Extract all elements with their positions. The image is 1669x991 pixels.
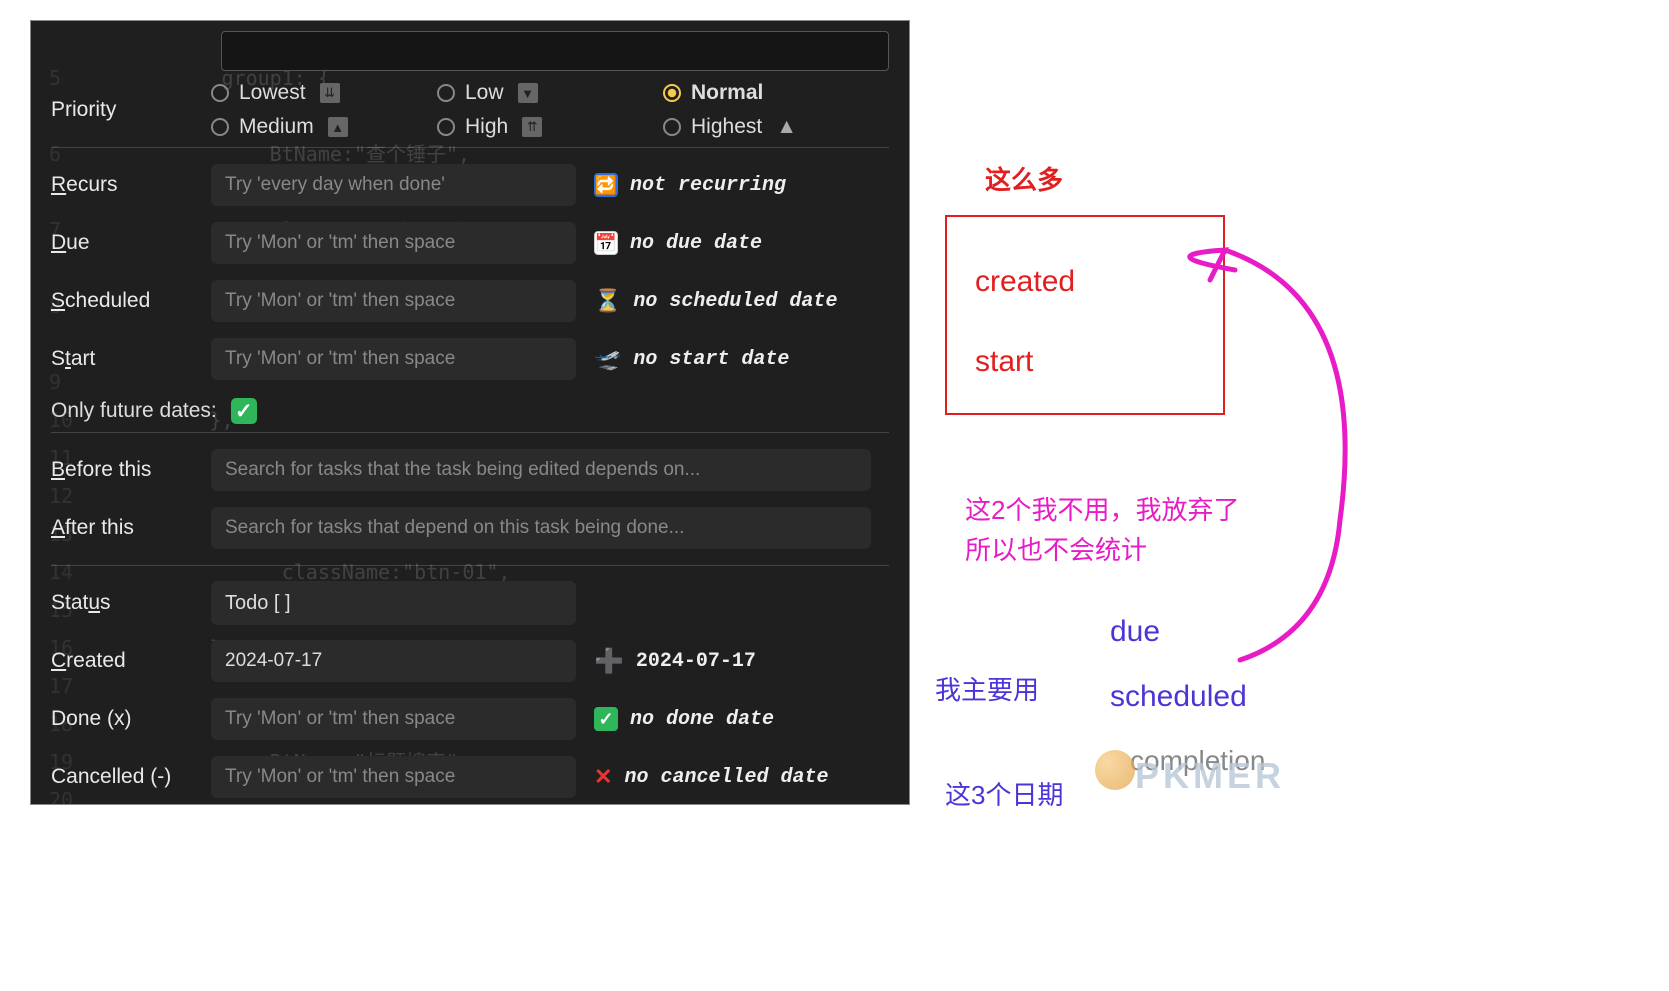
- done-label: Done (x): [51, 707, 211, 731]
- due-status: no due date: [630, 232, 762, 255]
- before-row: Before this: [51, 441, 889, 499]
- calendar-icon: 📅: [594, 231, 618, 255]
- recurs-input[interactable]: [211, 164, 576, 206]
- priority-row: Priority Lowest ⇊ Low ▼ Normal Medium ▲: [51, 81, 889, 139]
- cancelled-label: Cancelled (-): [51, 765, 211, 789]
- priority-normal-label: Normal: [691, 81, 763, 105]
- task-edit-panel: 5 group1: { 6 BtName:"查个锤子", 7 className…: [30, 20, 910, 805]
- before-input[interactable]: [211, 449, 871, 491]
- only-future-label: Only future dates:: [51, 399, 217, 423]
- radio-icon: [211, 84, 229, 102]
- anno-scheduled: scheduled: [1110, 680, 1247, 714]
- priority-label: Priority: [51, 98, 211, 122]
- start-label: Start: [51, 347, 211, 371]
- priority-low[interactable]: Low ▼: [437, 81, 663, 105]
- done-status: no done date: [630, 708, 774, 731]
- radio-icon: [663, 84, 681, 102]
- chevron-up-icon: ⇈: [522, 117, 542, 137]
- anno-three: 这3个日期: [945, 775, 1063, 812]
- priority-high-label: High: [465, 115, 508, 139]
- due-label: Due: [51, 231, 211, 255]
- hourglass-icon: ⏳: [594, 288, 621, 314]
- status-row: Status Todo [ ]: [51, 574, 889, 632]
- done-input[interactable]: [211, 698, 576, 740]
- priority-lowest-label: Lowest: [239, 81, 306, 105]
- priority-normal[interactable]: Normal: [663, 81, 889, 105]
- status-label: Status: [51, 591, 211, 615]
- start-row: Start 🛫 no start date: [51, 330, 889, 388]
- anno-start: start: [975, 345, 1033, 379]
- after-input[interactable]: [211, 507, 871, 549]
- priority-high[interactable]: High ⇈: [437, 115, 663, 139]
- radio-icon: [437, 118, 455, 136]
- anno-mainuse: 我主要用: [935, 670, 1039, 707]
- scheduled-status: no scheduled date: [633, 290, 837, 313]
- chevron-down-icon: ▼: [518, 83, 538, 103]
- recurs-status: not recurring: [630, 174, 786, 197]
- scheduled-label: Scheduled: [51, 289, 211, 313]
- status-value: Todo [ ]: [225, 592, 291, 615]
- created-row: Created ➕ 2024-07-17: [51, 632, 889, 690]
- cancelled-row: Cancelled (-) ✕ no cancelled date: [51, 748, 889, 805]
- plus-icon: ➕: [594, 647, 624, 676]
- after-label: After this: [51, 516, 211, 540]
- anno-created: created: [975, 265, 1075, 299]
- anno-header: 这么多: [985, 160, 1063, 197]
- cancelled-input[interactable]: [211, 756, 576, 798]
- priority-highest-label: Highest: [691, 115, 762, 139]
- start-input[interactable]: [211, 338, 576, 380]
- start-icon: 🛫: [594, 346, 621, 372]
- x-icon: ✕: [594, 764, 612, 790]
- anno-red-box: [945, 215, 1225, 415]
- after-row: After this: [51, 499, 889, 557]
- done-row: Done (x) ✓ no done date: [51, 690, 889, 748]
- created-label: Created: [51, 649, 211, 673]
- created-input[interactable]: [211, 640, 576, 682]
- chevron-up-icon: ▲: [776, 115, 797, 139]
- radio-icon: [211, 118, 229, 136]
- start-status: no start date: [633, 348, 789, 371]
- anno-comment-1a: 这2个我不用，我放弃了: [965, 490, 1239, 527]
- status-select[interactable]: Todo [ ]: [211, 581, 576, 625]
- priority-low-label: Low: [465, 81, 504, 105]
- chevron-up-icon: ▲: [328, 117, 348, 137]
- check-icon: ✓: [594, 707, 618, 731]
- radio-icon: [437, 84, 455, 102]
- cancelled-status: no cancelled date: [624, 766, 828, 789]
- due-row: Due 📅 no due date: [51, 214, 889, 272]
- only-future-row: Only future dates: ✓: [51, 398, 889, 424]
- recurs-label: Recurs: [51, 173, 211, 197]
- created-status: 2024-07-17: [636, 650, 756, 673]
- only-future-checkbox[interactable]: ✓: [231, 398, 257, 424]
- pkmer-logo-icon: [1095, 750, 1135, 790]
- priority-lowest[interactable]: Lowest ⇊: [211, 81, 437, 105]
- radio-icon: [663, 118, 681, 136]
- anno-comment-1b: 所以也不会统计: [965, 530, 1147, 567]
- pkmer-watermark: PKMER: [1135, 755, 1285, 797]
- scheduled-input[interactable]: [211, 280, 576, 322]
- priority-medium[interactable]: Medium ▲: [211, 115, 437, 139]
- before-label: Before this: [51, 458, 211, 482]
- anno-due: due: [1110, 615, 1160, 649]
- chevron-down-icon: ⇊: [320, 83, 340, 103]
- recur-icon: 🔁: [594, 173, 618, 197]
- recurs-row: Recurs 🔁 not recurring: [51, 156, 889, 214]
- priority-medium-label: Medium: [239, 115, 314, 139]
- text-area-remnant[interactable]: [221, 31, 889, 71]
- due-input[interactable]: [211, 222, 576, 264]
- scheduled-row: Scheduled ⏳ no scheduled date: [51, 272, 889, 330]
- priority-highest[interactable]: Highest ▲: [663, 115, 889, 139]
